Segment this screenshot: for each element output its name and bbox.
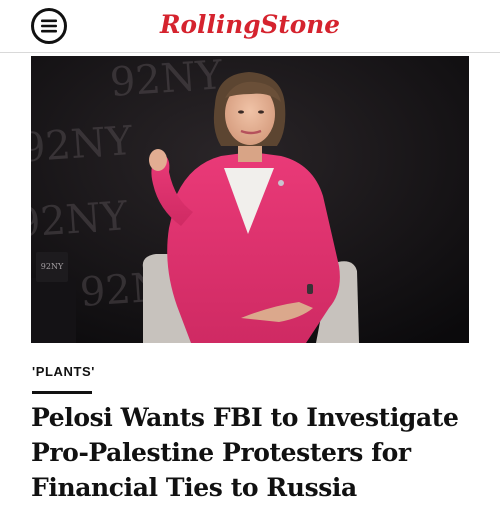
- article-headline[interactable]: Pelosi Wants FBI to Investigate Pro-Pale…: [31, 400, 481, 505]
- hero-image: 92NY 92NY 92NY 92NY 92NY: [31, 56, 469, 343]
- backdrop-text: 92NY: [31, 118, 134, 172]
- hamburger-menu-icon: [31, 8, 67, 44]
- article-kicker[interactable]: 'PLANTS': [32, 364, 95, 379]
- sign-text: 92NY: [41, 262, 64, 271]
- kicker-divider: [32, 391, 92, 394]
- logo-text: RollingStone: [159, 10, 340, 39]
- menu-button[interactable]: [30, 7, 68, 45]
- backdrop-text: 92NY: [108, 56, 224, 106]
- site-header: RollingStone: [0, 0, 500, 53]
- backdrop-text: 92NY: [31, 193, 129, 247]
- rolling-stone-logo[interactable]: RollingStone: [150, 4, 350, 46]
